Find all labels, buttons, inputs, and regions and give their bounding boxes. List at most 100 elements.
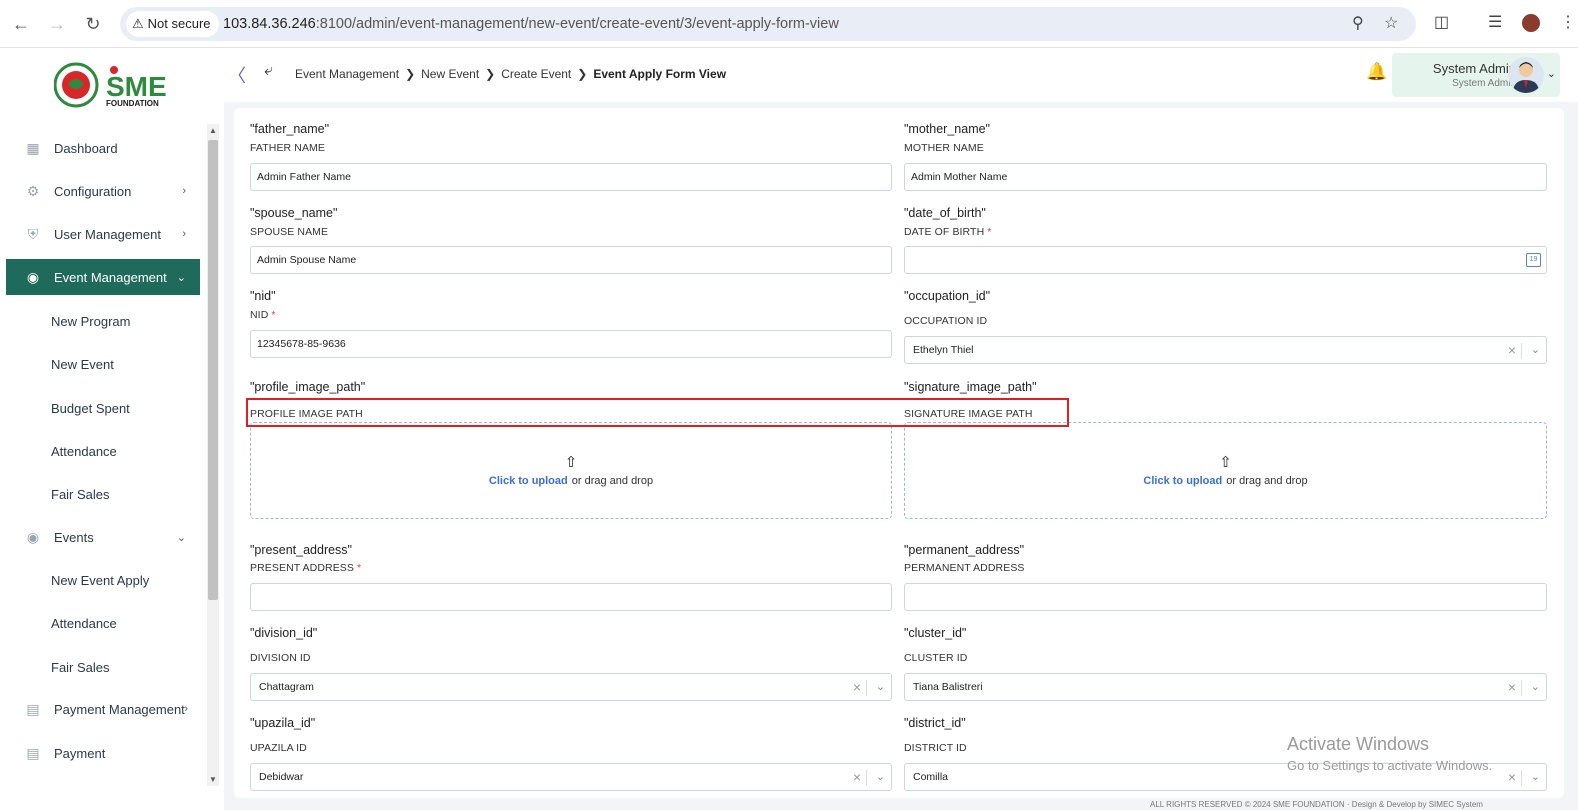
clear-icon[interactable]: × [853,764,861,790]
chevron-down-icon[interactable]: ⌄ [876,764,885,790]
sidebar-item-payment[interactable]: ▤ Payment [6,735,200,771]
sme-foundation-logo: SME FOUNDATION [53,62,174,108]
cluster-value: Tiana Balistreri [913,681,983,693]
profile-icon[interactable] [1522,14,1540,32]
clear-icon[interactable]: × [1508,674,1516,700]
chevron-down-icon: ⌄ [176,271,186,284]
cluster-select[interactable]: Tiana Balistreri × ⌄ [904,673,1547,701]
back-icon[interactable]: ⤶ [264,62,273,80]
field-key-mother-name: "mother_name" [904,122,990,136]
bookmark-star-icon[interactable]: ☆ [1384,13,1398,33]
chevron-down-icon[interactable]: ⌄ [1531,764,1540,790]
breadcrumb-item[interactable]: Create Event [501,67,571,81]
chevron-down-icon: ⌄ [1546,68,1556,80]
field-key-permanent-address: "permanent_address" [904,543,1025,557]
scroll-up-icon[interactable]: ▲ [209,126,217,135]
permanent-address-input[interactable] [904,583,1547,611]
browser-toolbar: ← → ↻ ⚠ Not secure 103.84.36.246:8100/ad… [0,0,1578,48]
sidebar-scrollbar[interactable]: ▲ ▼ [207,124,219,786]
sidebar-item-label: Event Management [54,269,167,285]
extensions-icon[interactable]: ◫ [1434,12,1449,32]
field-label-present-address: PRESENT ADDRESS * [250,562,362,574]
click-to-upload-link[interactable]: Click to upload [1143,475,1222,487]
district-value: Comilla [913,771,949,783]
sidebar-subitem-fair-sales[interactable]: Fair Sales [51,487,110,502]
back-arrow-icon[interactable]: ← [10,13,32,35]
breadcrumb-current: Event Apply Form View [593,67,727,81]
upazila-select[interactable]: Debidwar × ⌄ [250,763,892,791]
payment-icon: ▤ [26,745,40,761]
field-label-cluster-id: CLUSTER ID [904,652,968,664]
bell-icon[interactable]: 🔔 [1366,62,1387,82]
field-label-division-id: DIVISION ID [250,652,311,664]
breadcrumb-item[interactable]: Event Management [295,67,399,81]
select-divider [1521,343,1522,359]
sidebar-subitem-new-event[interactable]: New Event [51,357,114,372]
zoom-icon[interactable]: ⚲ [1352,13,1364,33]
clear-icon[interactable]: × [853,674,861,700]
logo-sub: FOUNDATION [106,99,159,108]
sidebar-subitem-attendance[interactable]: Attendance [51,616,117,631]
select-divider [1521,770,1522,786]
sidebar-item-label: Payment [54,745,106,761]
sidebar-item-payment-management[interactable]: ▤ Payment Management › [6,691,200,727]
chevron-down-icon[interactable]: ⌄ [1531,674,1540,700]
cloud-upload-icon: ⇧ [564,454,578,471]
scroll-down-icon[interactable]: ▼ [209,775,217,784]
sidebar-item-label: User Management [54,226,161,242]
field-key-district-id: "district_id" [904,716,966,730]
collapse-sidebar-icon[interactable]: 〈 [228,62,246,88]
division-select[interactable]: Chattagram × ⌄ [250,673,892,701]
address-bar[interactable]: ⚠ Not secure 103.84.36.246:8100/admin/ev… [120,7,1416,41]
spouse-name-input[interactable]: Admin Spouse Name [250,246,892,274]
menu-icon[interactable]: ⋮ [1560,12,1576,32]
url-host: 103.84.36.246 [223,16,316,32]
mother-name-input[interactable]: Admin Mother Name [904,163,1547,191]
breadcrumb-item[interactable]: New Event [421,67,479,81]
forward-arrow-icon[interactable]: → [46,13,68,35]
field-label-occupation-id: OCCUPATION ID [904,315,988,327]
nid-input[interactable]: 12345678-85-9636 [250,330,892,358]
field-key-occupation-id: "occupation_id" [904,289,991,303]
sidebar-subitem-new-event-apply[interactable]: New Event Apply [51,573,149,588]
chevron-down-icon[interactable]: ⌄ [1531,337,1540,363]
sidebar-item-label: Configuration [54,183,132,199]
present-address-input[interactable] [250,583,892,611]
sidebar-item-events[interactable]: ◉ Events ⌄ [6,519,200,555]
grid-icon: ▦ [26,140,40,156]
calendar-icon[interactable]: 19 [1526,253,1541,267]
url-text[interactable]: 103.84.36.246:8100/admin/event-managemen… [223,7,839,41]
sidebar-item-dashboard[interactable]: ▦ Dashboard [6,130,200,166]
reload-icon[interactable]: ↻ [82,13,104,35]
date-of-birth-input[interactable]: 19 [904,246,1547,274]
security-chip[interactable]: ⚠ Not secure [126,11,219,37]
upload-instructions: Click to upload or drag and drop [251,475,891,487]
scrollbar-thumb[interactable] [208,140,218,600]
father-name-input[interactable]: Admin Father Name [250,163,892,191]
profile-image-upload[interactable]: ⇧ Click to upload or drag and drop [250,422,892,519]
upload-instructions: Click to upload or drag and drop [905,475,1546,487]
occupation-select[interactable]: Ethelyn Thiel × ⌄ [904,336,1547,364]
chevron-right-icon: › [182,228,186,240]
sidebar-subitem-budget-spent[interactable]: Budget Spent [51,401,130,416]
user-menu[interactable]: System Admin System Admin ⌄ [1392,53,1560,97]
click-to-upload-link[interactable]: Click to upload [489,475,568,487]
clear-icon[interactable]: × [1508,764,1516,790]
clear-icon[interactable]: × [1508,337,1516,363]
sidebar-subitem-new-program[interactable]: New Program [51,314,130,329]
signature-image-upload[interactable]: ⇧ Click to upload or drag and drop [904,422,1547,519]
sidebar-subitem-attendance[interactable]: Attendance [51,444,117,459]
sidebar-subitem-fair-sales[interactable]: Fair Sales [51,660,110,675]
windows-activation-watermark: Activate Windows Go to Settings to activ… [1287,734,1492,773]
sidebar-item-event-management[interactable]: ◉ Event Management ⌄ [6,259,200,295]
media-control-icon[interactable]: ☰ [1488,12,1502,32]
footer-copyright: ALL RIGHTS RESERVED © 2024 SME FOUNDATIO… [1150,800,1483,809]
chevron-down-icon[interactable]: ⌄ [876,674,885,700]
upload-hint: or drag and drop [571,475,654,487]
sidebar-item-configuration[interactable]: ⚙ Configuration › [6,173,200,209]
sidebar-item-user-management[interactable]: ⛨ User Management › [6,216,200,252]
sidebar-item-label: Payment Management [54,701,185,717]
breadcrumb: Event Management ❯ New Event ❯ Create Even… [295,67,726,81]
upload-hint: or drag and drop [1226,475,1308,487]
chevron-right-icon: › [184,703,188,715]
